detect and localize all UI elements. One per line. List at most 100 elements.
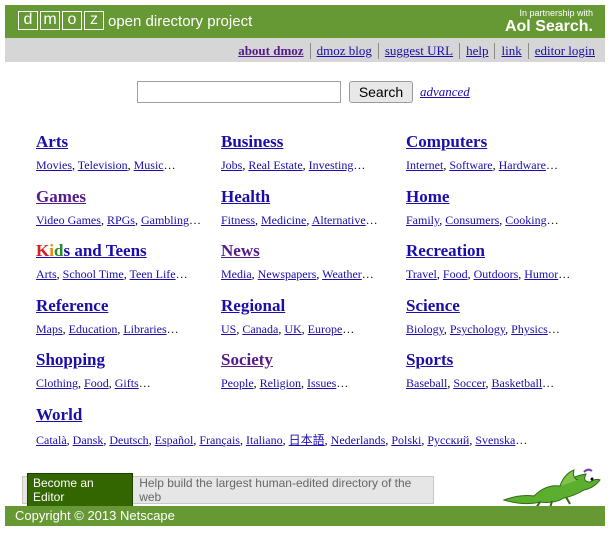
subcategory-link[interactable]: Cooking xyxy=(505,213,546,227)
search-form: Search advanced xyxy=(137,81,470,103)
subcategory-link[interactable]: Maps xyxy=(36,322,63,336)
subcategory-link[interactable]: Newspapers xyxy=(258,267,317,281)
category-title-link[interactable]: Regional xyxy=(221,296,285,316)
category-title-link[interactable]: Computers xyxy=(406,132,487,152)
subcategory-list: Fitness, Medicine, Alternative… xyxy=(221,213,378,227)
category-title-link[interactable]: Shopping xyxy=(36,350,105,370)
subcategory-link[interactable]: US xyxy=(221,322,236,336)
aol-partner-logo[interactable]: In partnership with Aol Search. xyxy=(505,8,593,36)
category-computers: Computers Internet, Software, Hardware… xyxy=(406,132,558,173)
subcategory-link[interactable]: Hardware xyxy=(499,158,546,172)
search-input[interactable] xyxy=(137,81,341,103)
subcategory-link[interactable]: Humor xyxy=(524,267,558,281)
subcategory-link[interactable]: Travel xyxy=(406,267,437,281)
subcategory-link[interactable]: Physics xyxy=(511,322,548,336)
category-title-link[interactable]: Home xyxy=(406,187,449,207)
tagline: open directory project xyxy=(108,13,253,30)
subcategory-link[interactable]: Television xyxy=(78,158,128,172)
subcategory-link[interactable]: Food xyxy=(84,376,109,390)
subcategory-list: Jobs, Real Estate, Investing… xyxy=(221,158,366,172)
subcategory-link[interactable]: Deutsch xyxy=(109,433,148,447)
nav-link-help[interactable]: help xyxy=(459,43,494,59)
subcategory-link[interactable]: Italiano xyxy=(246,433,283,447)
subcategory-link[interactable]: Outdoors xyxy=(474,267,519,281)
category-title-link[interactable]: Reference xyxy=(36,296,108,316)
category-title-link[interactable]: Society xyxy=(221,350,273,370)
category-arts: Arts Movies, Television, Music… xyxy=(36,132,176,173)
nav-link-about[interactable]: about dmoz xyxy=(232,43,309,59)
search-button[interactable]: Search xyxy=(349,81,413,103)
subcategory-link[interactable]: Psychology xyxy=(450,322,505,336)
subcategory-link[interactable]: Real Estate xyxy=(248,158,302,172)
category-title-link[interactable]: Kids and Teens xyxy=(36,241,147,261)
category-title-link[interactable]: News xyxy=(221,241,260,261)
subcategory-link[interactable]: Polski xyxy=(391,433,421,447)
aol-search-brand: Aol Search. xyxy=(504,18,593,35)
subcategory-link[interactable]: Media xyxy=(221,267,252,281)
subcategory-link[interactable]: Català xyxy=(36,433,67,447)
subcategory-link[interactable]: Dansk xyxy=(73,433,104,447)
subcategory-link[interactable]: Medicine xyxy=(261,213,306,227)
subcategory-list: Internet, Software, Hardware… xyxy=(406,158,558,172)
subcategory-list: People, Religion, Issues… xyxy=(221,376,349,390)
category-title-link[interactable]: Business xyxy=(221,132,283,152)
category-science: Science Biology, Psychology, Physics… xyxy=(406,296,560,337)
category-title-link[interactable]: Games xyxy=(36,187,86,207)
category-title-link[interactable]: Science xyxy=(406,296,460,316)
subcategory-link[interactable]: Education xyxy=(69,322,118,336)
subcategory-link[interactable]: Family xyxy=(406,213,439,227)
subcategory-link[interactable]: Français xyxy=(199,433,240,447)
subcategory-link[interactable]: Gifts xyxy=(115,376,139,390)
subcategory-link[interactable]: Issues xyxy=(307,376,336,390)
category-title-link[interactable]: Recreation xyxy=(406,241,485,261)
subcategory-link[interactable]: School Time xyxy=(63,267,124,281)
subcategory-link[interactable]: Biology xyxy=(406,322,444,336)
subcategory-link[interactable]: Teen Life xyxy=(130,267,176,281)
become-editor-button[interactable]: Become an Editor xyxy=(27,473,134,507)
subcategory-link[interactable]: Movies xyxy=(36,158,72,172)
footer-bar: Copyright © 2013 Netscape xyxy=(5,506,605,526)
subcategory-link[interactable]: Investing xyxy=(309,158,354,172)
subcategory-link[interactable]: Video Games xyxy=(36,213,101,227)
subcategory-link[interactable]: Weather xyxy=(322,267,362,281)
subcategory-link[interactable]: Basketball xyxy=(492,376,543,390)
subcategory-link[interactable]: Arts xyxy=(36,267,57,281)
subcategory-link[interactable]: Svenska xyxy=(475,433,515,447)
subcategory-link[interactable]: Español xyxy=(155,433,194,447)
subcategory-link[interactable]: Consumers xyxy=(445,213,499,227)
logo-letter: d xyxy=(18,11,38,30)
subcategory-link[interactable]: Русский xyxy=(427,433,469,447)
subcategory-link[interactable]: Libraries xyxy=(123,322,166,336)
subcategory-link[interactable]: UK xyxy=(284,322,301,336)
subcategory-link[interactable]: Clothing xyxy=(36,376,78,390)
nav-link-editor-login[interactable]: editor login xyxy=(527,43,601,59)
subcategory-link[interactable]: Religion xyxy=(260,376,301,390)
subcategory-link[interactable]: Nederlands xyxy=(331,433,386,447)
subcategory-link[interactable]: Gambling xyxy=(141,213,189,227)
subcategory-link[interactable]: RPGs xyxy=(107,213,135,227)
advanced-search-link[interactable]: advanced xyxy=(420,84,470,100)
subcategory-link[interactable]: Baseball xyxy=(406,376,447,390)
subcategory-link[interactable]: Internet xyxy=(406,158,443,172)
category-title-link[interactable]: Health xyxy=(221,187,270,207)
subcategory-link[interactable]: Jobs xyxy=(221,158,242,172)
subcategory-link[interactable]: Food xyxy=(443,267,468,281)
become-editor-text: Help build the largest human-edited dire… xyxy=(139,476,412,504)
subcategory-link[interactable]: Soccer xyxy=(453,376,485,390)
subcategory-link[interactable]: Canada xyxy=(242,322,278,336)
subcategory-link[interactable]: Alternative xyxy=(312,213,366,227)
subcategory-link[interactable]: People xyxy=(221,376,254,390)
subcategory-link[interactable]: Music xyxy=(134,158,164,172)
dmoz-logo[interactable]: d m o z xyxy=(18,11,104,30)
category-title-link[interactable]: World xyxy=(36,405,82,425)
subcategory-link[interactable]: Software xyxy=(449,158,492,172)
nav-link-suggest-url[interactable]: suggest URL xyxy=(377,43,459,59)
subcategory-list: Biology, Psychology, Physics… xyxy=(406,322,560,336)
subcategory-link[interactable]: Fitness xyxy=(221,213,255,227)
category-title-link[interactable]: Arts xyxy=(36,132,68,152)
subcategory-link[interactable]: Europe xyxy=(308,322,343,336)
nav-link-link[interactable]: link xyxy=(494,43,527,59)
category-title-link[interactable]: Sports xyxy=(406,350,453,370)
nav-link-blog[interactable]: dmoz blog xyxy=(309,43,378,59)
subcategory-link[interactable]: 日本語 xyxy=(289,433,325,447)
